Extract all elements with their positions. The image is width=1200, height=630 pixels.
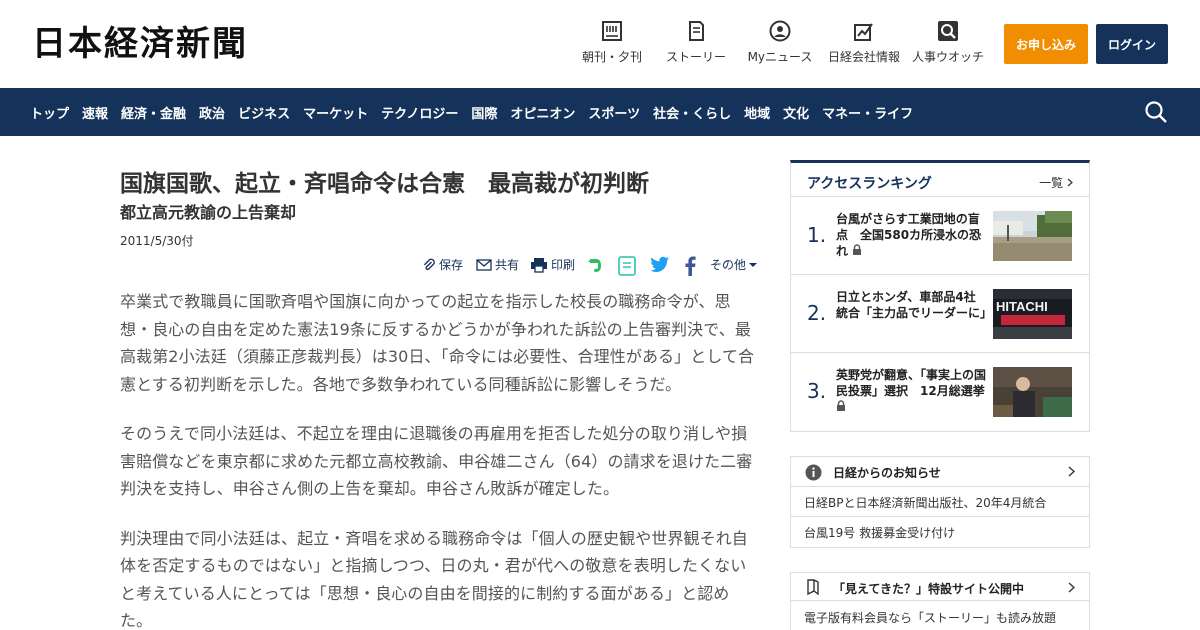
ranking-headline-text: 英野党が翻意、「事実上の国民投票」選択 12月総選挙 [836, 368, 987, 398]
note-icon [618, 256, 636, 276]
info-icon [805, 464, 822, 481]
article: 国旗国歌、起立・斉唱命令は合憲 最高裁が初判断 都立高元教諭の上告棄却 2011… [120, 160, 758, 630]
nav-item-money-life[interactable]: マネー・ライフ [822, 103, 913, 122]
mail-icon [476, 258, 492, 271]
ranking-more-label: 一覧 [1039, 176, 1064, 190]
nav-item-international[interactable]: 国際 [471, 103, 497, 122]
bookmark-icon [807, 579, 819, 595]
share-button[interactable]: 共有 [476, 256, 519, 273]
nav-item-politics[interactable]: 政治 [199, 103, 225, 122]
more-button[interactable]: その他 [710, 256, 761, 273]
article-paragraph: そのうえで同小法廷は、不起立を理由に退職後の再雇用を拒否した処分の取り消しや損害… [120, 424, 753, 498]
category-navbar: トップ 速報 経済・金融 政治 ビジネス マーケット テクノロジー 国際 オピニ… [0, 88, 1200, 136]
ranking-headline: 日立とホンダ、車部品4社統合「主力品でリーダーに」 [836, 290, 993, 320]
nav-item-business[interactable]: ビジネス [238, 103, 290, 122]
site-header: 日本経済新聞 朝刊・夕刊 ストーリー Myニュース 日経会社情報 人事ウオッチ … [0, 0, 1200, 88]
nav-item-culture[interactable]: 文化 [783, 103, 809, 122]
header-nav-label: 人事ウオッチ [911, 50, 984, 64]
caret-down-icon [749, 262, 758, 267]
ranking-number: 3. [807, 379, 827, 403]
facebook-button[interactable] [684, 256, 699, 276]
category-list: トップ 速報 経済・金融 政治 ビジネス マーケット テクノロジー 国際 オピニ… [30, 88, 926, 136]
chevron-right-icon [1068, 582, 1075, 593]
ranking-number: 2. [807, 301, 827, 325]
article-subtitle: 都立高元教諭の上告棄却 [120, 203, 297, 222]
promo-text[interactable]: 電子版有料会員なら「ストーリー」も読み放題 [791, 601, 1089, 626]
article-paragraph: 判決理由で同小法廷は、起立・斉唱を求める職務命令は「個人の歴史観や世界観それ自体… [120, 528, 748, 630]
ranking-title: アクセスランキング [807, 176, 932, 192]
access-ranking: アクセスランキング 一覧 1. 台風がさらす工業団地の盲点 全国580カ所浸水の… [790, 160, 1090, 432]
site-logo[interactable]: 日本経済新聞 [32, 26, 248, 62]
hitachi-sign-photo: HITACHI [993, 289, 1072, 339]
flood-photo [993, 211, 1072, 261]
story-promo-box: 「見えてきた？」特設サイト公開中 電子版有料会員なら「ストーリー」も読み放題 [790, 572, 1090, 630]
notice-item[interactable]: 台風19号 救援募金受け付け [791, 517, 1089, 547]
chart-pen-icon [854, 23, 873, 41]
hitachi-sign-text: HITACHI [996, 299, 1048, 314]
ranking-number: 1. [807, 223, 827, 247]
login-button[interactable]: ログイン [1096, 24, 1168, 64]
parliament-photo [993, 367, 1072, 417]
save-button[interactable]: 保存 [422, 256, 463, 273]
user-icon [769, 20, 791, 42]
lock-icon [853, 244, 862, 255]
apply-button[interactable]: お申し込み [1004, 24, 1088, 64]
ranking-more-link[interactable]: 一覧 [1039, 174, 1073, 191]
promo-title: 「見えてきた？」特設サイト公開中 [833, 582, 1025, 596]
twitter-icon [650, 256, 669, 272]
header-nav-jinji[interactable]: 人事ウオッチ [898, 20, 998, 65]
nav-item-technology[interactable]: テクノロジー [381, 103, 458, 122]
chevron-right-icon [1068, 466, 1075, 477]
note-button[interactable] [618, 256, 639, 276]
print-label: 印刷 [551, 258, 576, 272]
evernote-button[interactable] [586, 256, 607, 274]
book-icon [689, 21, 704, 41]
ranking-headline: 英野党が翻意、「事実上の国民投票」選択 12月総選挙 [836, 367, 986, 415]
notice-item[interactable]: 日経BPと日本経済新聞出版社、20年4月統合 [791, 487, 1089, 517]
nav-item-region[interactable]: 地域 [744, 103, 770, 122]
nav-item-sports[interactable]: スポーツ [588, 103, 640, 122]
article-tools: 保存 共有 印刷 その他 [120, 256, 758, 280]
ranking-item[interactable]: 3. 英野党が翻意、「事実上の国民投票」選択 12月総選挙 [791, 353, 1089, 431]
article-date: 2011/5/30付 [120, 234, 194, 248]
nikkei-notice-box: 日経からのお知らせ 日経BPと日本経済新聞出版社、20年4月統合 台風19号 救… [790, 456, 1090, 548]
share-label: 共有 [495, 258, 520, 272]
more-label: その他 [710, 258, 747, 272]
notice-title: 日経からのお知らせ [833, 466, 941, 480]
nav-item-opinion[interactable]: オピニオン [510, 103, 575, 122]
evernote-icon [588, 259, 601, 272]
nav-item-top[interactable]: トップ [30, 103, 69, 122]
nav-item-market[interactable]: マーケット [303, 103, 368, 122]
printer-icon [531, 257, 547, 273]
facebook-icon [685, 256, 696, 276]
newspaper-icon [602, 21, 622, 41]
ranking-thumbnail-flood [993, 211, 1072, 261]
ranking-headline: 台風がさらす工業団地の盲点 全国580カ所浸水の恐れ [836, 211, 986, 259]
article-paragraph: 卒業式で教職員に国歌斉唱や国旗に向かっての起立を指示した校長の職務命令が、思想・… [120, 292, 755, 394]
article-title: 国旗国歌、起立・斉唱命令は合憲 最高裁が初判断 [120, 171, 649, 197]
search-icon[interactable] [1144, 100, 1168, 124]
clip-icon [423, 258, 435, 270]
article-body: 卒業式で教職員に国歌斉唱や国旗に向かっての起立を指示した校長の職務命令が、思想・… [120, 288, 756, 630]
ranking-thumbnail-parliament [993, 367, 1072, 417]
nav-item-society[interactable]: 社会・くらし [653, 103, 731, 122]
nav-item-economy[interactable]: 経済・金融 [121, 103, 186, 122]
lock-icon [837, 400, 845, 411]
ranking-item[interactable]: 2. 日立とホンダ、車部品4社統合「主力品でリーダーに」 HITACHI [791, 275, 1089, 353]
search-person-icon [938, 21, 958, 41]
twitter-button[interactable] [650, 256, 673, 273]
promo-header[interactable]: 「見えてきた？」特設サイト公開中 [791, 573, 1089, 601]
notice-header[interactable]: 日経からのお知らせ [791, 457, 1089, 487]
ranking-item[interactable]: 1. 台風がさらす工業団地の盲点 全国580カ所浸水の恐れ [791, 197, 1089, 275]
chevron-right-icon [1067, 178, 1073, 187]
nav-item-sokuho[interactable]: 速報 [82, 103, 108, 122]
ranking-thumbnail-hitachi: HITACHI [993, 289, 1072, 339]
save-label: 保存 [439, 258, 464, 272]
print-button[interactable]: 印刷 [530, 256, 575, 273]
ranking-header: アクセスランキング 一覧 [791, 163, 1089, 197]
